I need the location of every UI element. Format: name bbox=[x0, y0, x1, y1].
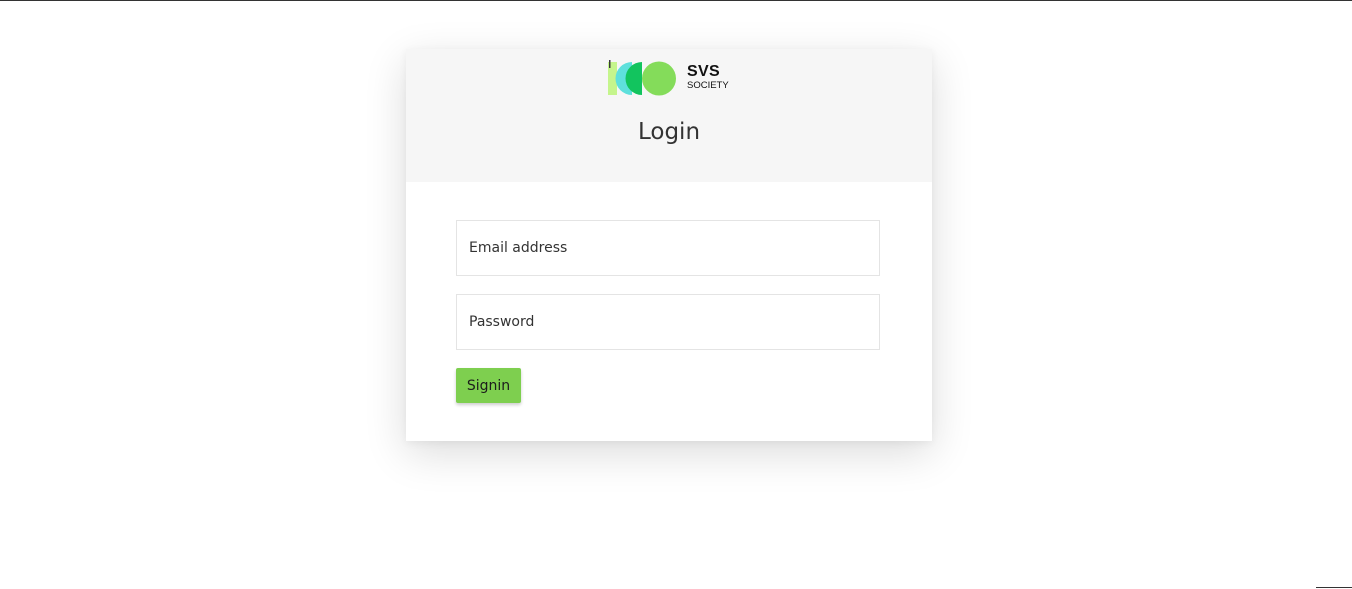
signin-button[interactable]: Signin bbox=[456, 368, 521, 403]
page-title: Login bbox=[637, 119, 701, 145]
top-border bbox=[0, 0, 1352, 1]
password-field[interactable] bbox=[456, 294, 880, 350]
logo-wordmark: SVS SOCIETY bbox=[687, 64, 729, 91]
corner-line bbox=[1316, 587, 1352, 588]
login-card: SVS SOCIETY Login Signin bbox=[406, 49, 932, 441]
login-card-header: SVS SOCIETY Login bbox=[406, 49, 932, 182]
logo-svs-text: SVS bbox=[687, 63, 720, 80]
svs-society-logo: SVS SOCIETY bbox=[608, 60, 734, 96]
email-field[interactable] bbox=[456, 220, 880, 276]
logo-society-text: SOCIETY bbox=[687, 80, 729, 91]
svs-logo-mark-icon bbox=[608, 60, 676, 96]
